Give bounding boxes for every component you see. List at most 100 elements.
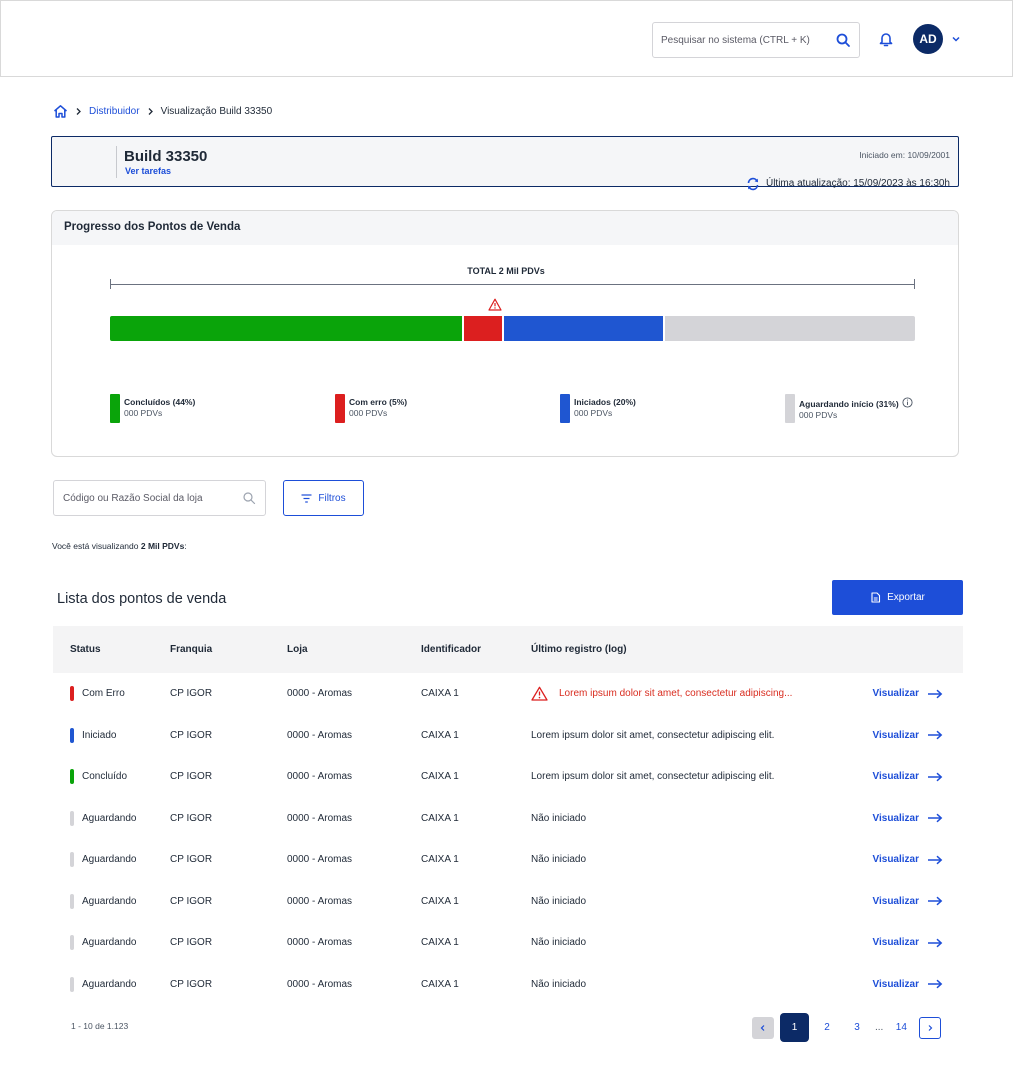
divider: [116, 146, 117, 178]
viewing-value: 2 Mil PDVs: [140, 541, 185, 551]
identificador-cell: CAIXA 1: [421, 978, 459, 990]
identificador-cell: CAIXA 1: [421, 729, 459, 741]
status-indicator: [70, 727, 74, 743]
legend-label: Concluídos (44%): [124, 397, 196, 407]
filters-button-label: Filtros: [318, 492, 346, 504]
view-link[interactable]: Visualizar: [872, 937, 919, 948]
view-action[interactable]: Visualizar: [841, 854, 963, 865]
pagination-page-current[interactable]: 1: [780, 1013, 809, 1042]
identificador-cell: CAIXA 1: [421, 771, 459, 783]
legend-swatch: [785, 394, 795, 423]
status-cell: Aguardando: [53, 976, 170, 992]
store-search-placeholder: Código ou Razão Social da loja: [63, 492, 203, 504]
view-link[interactable]: Visualizar: [872, 730, 919, 741]
legend-aguardando: Aguardando início (31%) 000 PDVs: [785, 394, 913, 423]
view-action[interactable]: Visualizar: [841, 896, 963, 907]
build-title: Build 33350: [124, 148, 208, 165]
view-action[interactable]: Visualizar: [841, 937, 963, 948]
franquia-cell: CP IGOR: [170, 771, 213, 783]
pagination-page[interactable]: 2: [815, 1022, 839, 1033]
view-action[interactable]: Visualizar: [841, 730, 963, 741]
log-text: Lorem ipsum dolor sit amet, consectetur …: [531, 771, 775, 783]
table-row: Concluído CP IGOR 0000 - Aromas CAIXA 1 Lore…: [53, 756, 963, 798]
arrow-right-icon[interactable]: [927, 896, 943, 906]
store-search-input[interactable]: Código ou Razão Social da loja: [53, 480, 266, 516]
home-icon[interactable]: [53, 104, 68, 119]
warning-icon: [488, 298, 502, 311]
status-indicator: [70, 976, 74, 992]
bell-icon[interactable]: [877, 30, 895, 48]
legend-swatch: [335, 394, 345, 423]
search-icon[interactable]: [242, 491, 256, 505]
table-row: Aguardando CP IGOR 0000 - Aromas CAIXA 1 Não…: [53, 798, 963, 840]
pagination-page-last[interactable]: 14: [889, 1022, 913, 1033]
global-search-input[interactable]: Pesquisar no sistema (CTRL + K): [652, 22, 860, 58]
view-action[interactable]: Visualizar: [841, 688, 963, 699]
view-link[interactable]: Visualizar: [872, 896, 919, 907]
view-link[interactable]: Visualizar: [872, 688, 919, 699]
search-icon[interactable]: [835, 32, 851, 48]
view-action[interactable]: Visualizar: [841, 771, 963, 782]
column-header-franquia: Franquia: [170, 644, 213, 655]
info-icon[interactable]: [902, 397, 913, 408]
total-label: TOTAL 2 Mil PDVs: [467, 266, 545, 276]
chevron-down-icon[interactable]: [951, 34, 961, 44]
table-header: Status Franquia Loja Identificador Últim…: [53, 626, 963, 673]
status-label: Aguardando: [82, 854, 137, 866]
list-title: Lista dos pontos de venda: [57, 591, 227, 607]
log-text: Não iniciado: [531, 978, 587, 990]
loja-cell: 0000 - Aromas: [287, 854, 353, 866]
status-label: Concluído: [82, 771, 128, 783]
log-text: Não iniciado: [531, 937, 587, 949]
legend-label: Aguardando início (31%): [799, 399, 899, 409]
range-line: [110, 284, 915, 285]
loja-cell: 0000 - Aromas: [287, 895, 353, 907]
arrow-right-icon[interactable]: [927, 938, 943, 948]
franquia-cell: CP IGOR: [170, 854, 213, 866]
progress-segment-erro: [464, 316, 503, 341]
filters-button[interactable]: Filtros: [283, 480, 364, 516]
log-cell: Não iniciado: [531, 813, 841, 824]
view-link[interactable]: Visualizar: [872, 771, 919, 782]
franquia-cell: CP IGOR: [170, 688, 213, 700]
arrow-right-icon[interactable]: [927, 772, 943, 782]
range-cap-left: [110, 279, 111, 289]
view-action[interactable]: Visualizar: [841, 979, 963, 990]
export-button[interactable]: Exportar: [832, 580, 963, 615]
view-action[interactable]: Visualizar: [841, 813, 963, 824]
arrow-right-icon[interactable]: [927, 813, 943, 823]
log-text: Não iniciado: [531, 812, 587, 824]
identificador-cell: CAIXA 1: [421, 895, 459, 907]
legend-swatch: [110, 394, 120, 423]
status-label: Aguardando: [82, 978, 137, 990]
export-button-label: Exportar: [887, 592, 925, 603]
chevron-right-icon: [76, 108, 81, 115]
refresh-icon[interactable]: [746, 177, 760, 191]
legend-swatch: [560, 394, 570, 423]
status-label: Aguardando: [82, 812, 137, 824]
arrow-right-icon[interactable]: [927, 730, 943, 740]
viewing-prefix: Você está visualizando: [52, 541, 139, 551]
column-header-loja: Loja: [287, 644, 308, 655]
breadcrumb-link-distribuidor[interactable]: Distribuidor: [89, 106, 140, 117]
stores-table: Status Franquia Loja Identificador Últim…: [53, 626, 963, 1005]
top-bar: Pesquisar no sistema (CTRL + K) AD: [0, 0, 1013, 77]
pagination-next-button[interactable]: [919, 1016, 942, 1039]
log-cell: Não iniciado: [531, 979, 841, 990]
loja-cell: 0000 - Aromas: [287, 812, 353, 824]
arrow-right-icon[interactable]: [927, 855, 943, 865]
view-tasks-link[interactable]: Ver tarefas: [125, 166, 171, 176]
pagination-prev-button[interactable]: [752, 1016, 774, 1039]
view-link[interactable]: Visualizar: [872, 854, 919, 865]
arrow-right-icon[interactable]: [927, 979, 943, 989]
status-cell: Aguardando: [53, 852, 170, 868]
pagination-page[interactable]: 3: [845, 1022, 869, 1033]
view-link[interactable]: Visualizar: [872, 979, 919, 990]
arrow-right-icon[interactable]: [927, 689, 943, 699]
legend-iniciados: Iniciados (20%) 000 PDVs: [560, 394, 636, 423]
progress-segment-iniciados: [504, 316, 664, 341]
avatar[interactable]: AD: [913, 24, 943, 54]
view-link[interactable]: Visualizar: [872, 813, 919, 824]
progress-segment-aguardando: [665, 316, 915, 341]
log-cell: Lorem ipsum dolor sit amet, consectetur …: [531, 771, 841, 782]
